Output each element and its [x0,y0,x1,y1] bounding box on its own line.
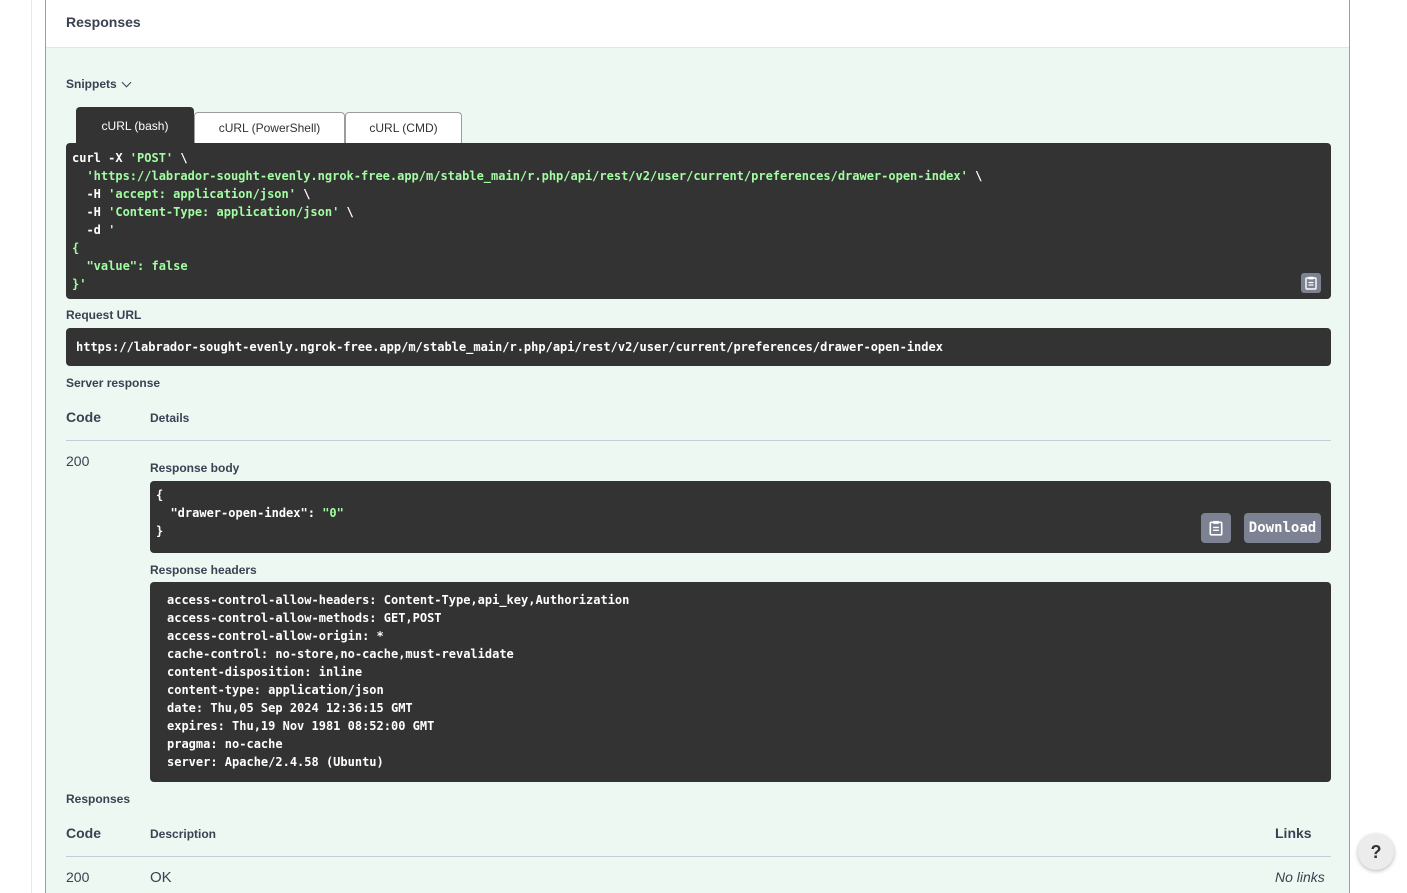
curl-data-close: }' [72,277,87,291]
responses-table-divider [66,856,1331,857]
copy-curl-button[interactable] [1301,273,1321,293]
response-body-box: { "drawer-open-index": "0" } Download [150,481,1331,553]
clipboard-icon [1305,276,1317,290]
response-row-description: OK [150,869,172,886]
curl-snippet: curl -X 'POST' \ 'https://labrador-sough… [66,143,1331,299]
response-header-line: cache-control: no-store,no-cache,must-re… [167,647,514,661]
snippets-label: Snippets [66,77,117,91]
curl-accept-header: 'accept: application/json' [108,187,296,201]
response-header-line: date: Thu,05 Sep 2024 12:36:15 GMT [167,701,413,715]
response-row-links: No links [1275,869,1325,885]
response-body-label: Response body [150,461,240,475]
request-url-label: Request URL [66,308,142,322]
operation-block-post: Responses Snippets cURL (bash) cURL (Pow… [45,0,1350,893]
tab-curl-cmd[interactable]: cURL (CMD) [345,112,462,143]
clipboard-icon [1209,520,1223,536]
curl-data-start: ' [108,223,116,237]
response-header-line: server: Apache/2.4.58 (Ubuntu) [167,755,384,769]
response-header-line: pragma: no-cache [167,737,283,751]
help-button[interactable]: ? [1358,834,1394,870]
server-response-code: 200 [66,453,90,469]
request-url-box: https://labrador-sought-evenly.ngrok-fre… [66,328,1331,366]
curl-data-open: { [72,241,80,255]
server-response-code-header: Code [66,409,101,425]
response-headers-box: access-control-allow-headers: Content-Ty… [150,582,1331,782]
curl-data-body: "value": false [72,259,188,273]
server-response-details-header: Details [150,411,190,425]
response-body-key: "drawer-open-index" [170,506,308,520]
download-button[interactable]: Download [1244,513,1321,543]
response-headers-label: Response headers [150,563,257,577]
chevron-down-icon [121,77,132,87]
page-left-border [31,0,32,893]
copy-response-button[interactable] [1201,513,1231,543]
curl-url: 'https://labrador-sought-evenly.ngrok-fr… [86,169,968,183]
response-body-value: "0" [322,506,344,520]
curl-cmd: curl -X [72,151,130,165]
responses-section-header: Responses [46,0,1349,48]
response-header-line: content-disposition: inline [167,665,363,679]
response-header-line: content-type: application/json [167,683,384,697]
responses-code-header: Code [66,825,101,841]
response-header-line: expires: Thu,19 Nov 1981 08:52:00 GMT [167,719,435,733]
curl-content-type-header: 'Content-Type: application/json' [108,205,340,219]
snippets-toggle[interactable]: Snippets [66,77,132,91]
responses-section-title: Responses [66,14,141,30]
response-header-line: access-control-allow-methods: GET,POST [167,611,442,625]
responses-links-header: Links [1275,825,1312,841]
request-url-value: https://labrador-sought-evenly.ngrok-fre… [76,340,943,354]
response-header-line: access-control-allow-origin: * [167,629,384,643]
tab-curl-bash[interactable]: cURL (bash) [76,107,194,144]
responses-table-label: Responses [66,792,131,806]
curl-method: 'POST' [129,151,174,165]
response-row-code: 200 [66,869,90,885]
server-response-divider [66,440,1331,441]
response-header-line: access-control-allow-headers: Content-Ty… [167,593,630,607]
tab-curl-powershell[interactable]: cURL (PowerShell) [194,112,345,143]
responses-description-header: Description [150,827,217,841]
server-response-label: Server response [66,376,161,390]
